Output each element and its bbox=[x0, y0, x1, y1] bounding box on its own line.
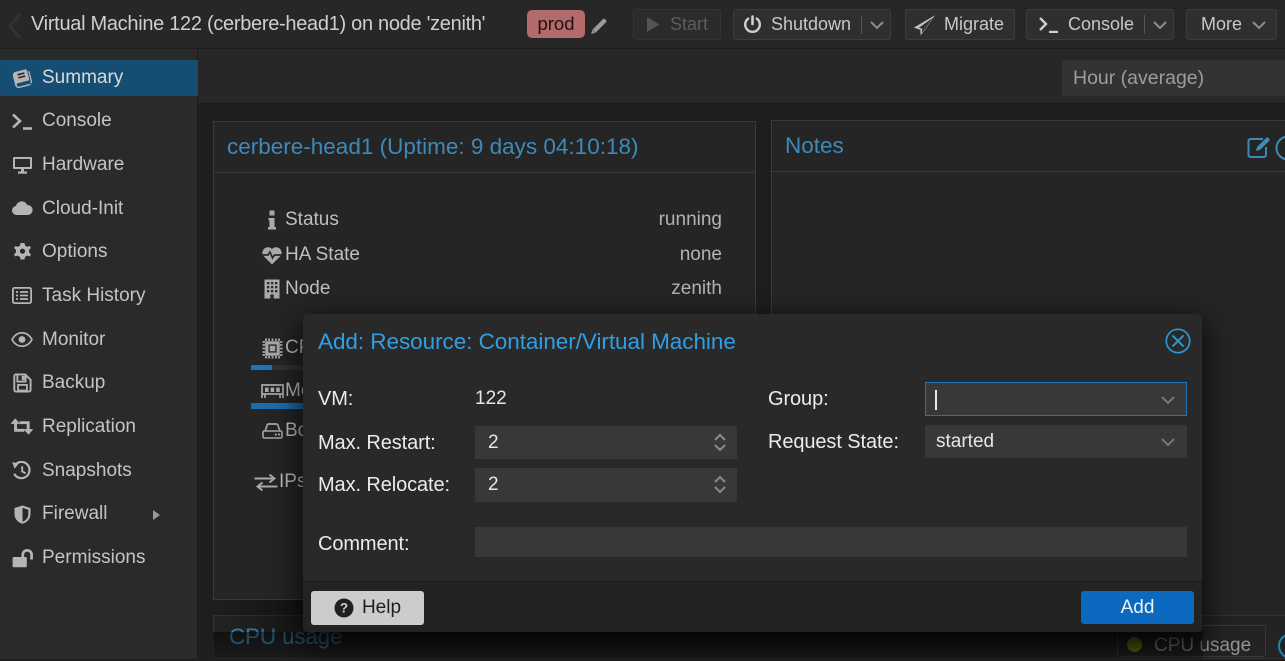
svg-text:?: ? bbox=[340, 601, 348, 616]
